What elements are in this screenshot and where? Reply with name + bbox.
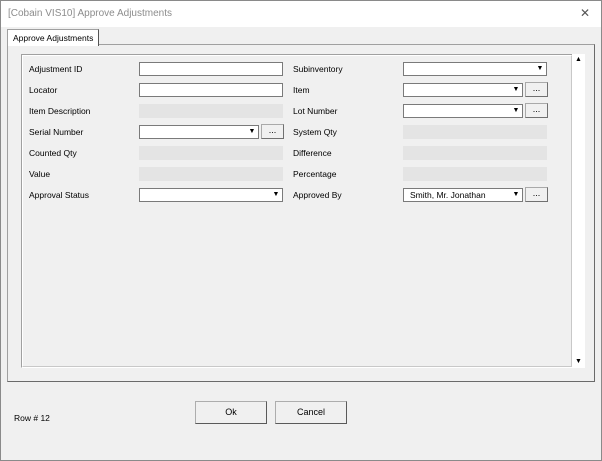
ok-button[interactable]: Ok xyxy=(195,401,267,424)
item-combo[interactable]: ▼ xyxy=(403,83,523,97)
system-qty-label: System Qty xyxy=(293,127,337,137)
difference-field xyxy=(403,146,547,160)
lot-number-lookup-button[interactable]: ... xyxy=(525,103,548,118)
tab-panel: Adjustment ID Locator Item Description S… xyxy=(7,44,595,382)
chevron-down-icon[interactable]: ▼ xyxy=(246,126,258,138)
serial-number-lookup-button[interactable]: ... xyxy=(261,124,284,139)
vertical-scrollbar[interactable]: ▲ ▼ xyxy=(572,54,585,368)
approved-by-lookup-button[interactable]: ... xyxy=(525,187,548,202)
locator-input[interactable] xyxy=(139,83,283,97)
percentage-label: Percentage xyxy=(293,169,337,179)
chevron-down-icon[interactable]: ▼ xyxy=(510,105,522,117)
approved-by-label: Approved By xyxy=(293,190,342,200)
chevron-down-icon[interactable]: ▼ xyxy=(270,189,282,201)
approved-by-value: Smith, Mr. Jonathan xyxy=(410,190,486,200)
scroll-up-icon[interactable]: ▲ xyxy=(572,54,585,66)
item-lookup-button[interactable]: ... xyxy=(525,82,548,97)
value-field xyxy=(139,167,283,181)
cancel-button[interactable]: Cancel xyxy=(275,401,347,424)
title-bar: [Cobain VIS10] Approve Adjustments ✕ xyxy=(1,1,601,27)
difference-label: Difference xyxy=(293,148,332,158)
chevron-down-icon[interactable]: ▼ xyxy=(510,189,522,201)
item-description-field xyxy=(139,104,283,118)
subinventory-combo[interactable]: ▼ xyxy=(403,62,547,76)
percentage-field xyxy=(403,167,547,181)
value-label: Value xyxy=(29,169,51,179)
adjustment-id-label: Adjustment ID xyxy=(29,64,83,74)
subinventory-label: Subinventory xyxy=(293,64,343,74)
system-qty-field xyxy=(403,125,547,139)
form-frame: Adjustment ID Locator Item Description S… xyxy=(21,54,573,368)
window-title: [Cobain VIS10] Approve Adjustments xyxy=(8,8,172,19)
chevron-down-icon[interactable]: ▼ xyxy=(534,63,546,75)
item-label: Item xyxy=(293,85,310,95)
scroll-down-icon[interactable]: ▼ xyxy=(572,356,585,368)
lot-number-label: Lot Number xyxy=(293,106,338,116)
chevron-down-icon[interactable]: ▼ xyxy=(510,84,522,96)
close-icon[interactable]: ✕ xyxy=(575,4,595,22)
approval-status-combo[interactable]: ▼ xyxy=(139,188,283,202)
counted-qty-field xyxy=(139,146,283,160)
item-description-label: Item Description xyxy=(29,106,91,116)
row-status: Row # 12 xyxy=(14,413,50,423)
lot-number-combo[interactable]: ▼ xyxy=(403,104,523,118)
serial-number-combo[interactable]: ▼ xyxy=(139,125,259,139)
approved-by-combo[interactable]: Smith, Mr. Jonathan ▼ xyxy=(403,188,523,202)
locator-label: Locator xyxy=(29,85,58,95)
approve-adjustments-window: [Cobain VIS10] Approve Adjustments ✕ App… xyxy=(0,0,602,461)
tab-approve-adjustments[interactable]: Approve Adjustments xyxy=(7,29,100,46)
approval-status-label: Approval Status xyxy=(29,190,90,200)
adjustment-id-input[interactable] xyxy=(139,62,283,76)
counted-qty-label: Counted Qty xyxy=(29,148,77,158)
serial-number-label: Serial Number xyxy=(29,127,84,137)
